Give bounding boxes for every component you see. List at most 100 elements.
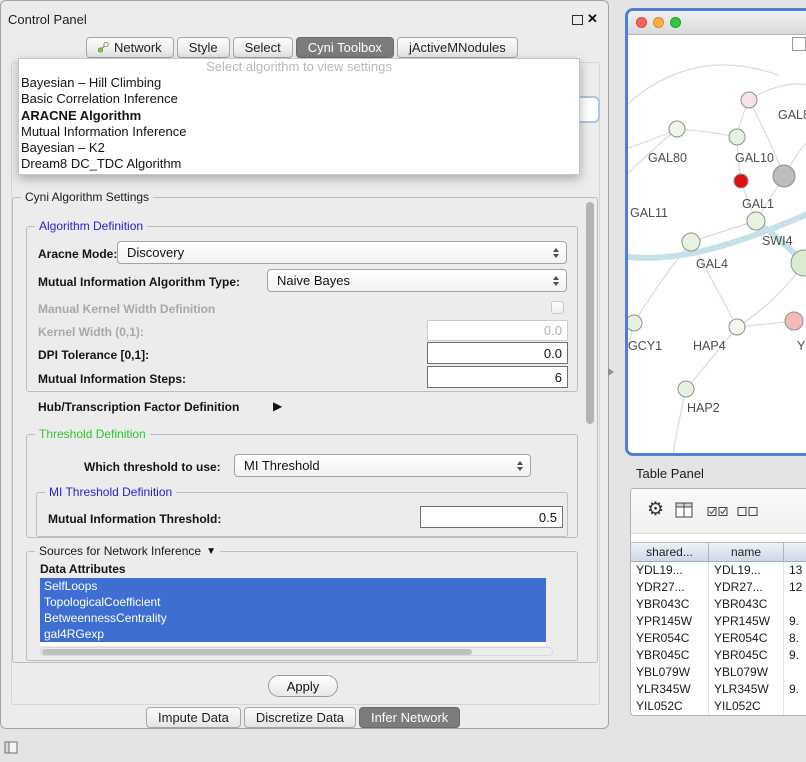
table-row[interactable]: YIL052CYIL052C xyxy=(631,698,806,715)
network-edge[interactable] xyxy=(672,389,686,453)
table-cell: 13 xyxy=(784,562,806,579)
network-node[interactable] xyxy=(669,121,685,137)
splitter-collapse-icon[interactable] xyxy=(608,368,614,376)
table-cell: YDR27... xyxy=(709,579,784,596)
desktop: Control Panel ✕ NetworkStyleSelectCyni T… xyxy=(0,0,806,762)
settings-scrollbar-thumb[interactable] xyxy=(586,202,594,424)
table-row[interactable]: YBL079WYBL079W xyxy=(631,664,806,681)
tab-infer-network[interactable]: Infer Network xyxy=(359,707,460,728)
algorithm-option-mutual-information-inference[interactable]: Mutual Information Inference xyxy=(19,124,579,140)
tab-discretize-data[interactable]: Discretize Data xyxy=(244,707,356,728)
tab-network[interactable]: Network xyxy=(86,37,174,58)
apply-button[interactable]: Apply xyxy=(268,675,338,697)
network-node-label: GAL1 xyxy=(742,197,774,211)
tab-style[interactable]: Style xyxy=(177,37,230,58)
attribute-item-betweennesscentrality[interactable]: BetweennessCentrality xyxy=(40,610,546,626)
kernel-width-field[interactable]: 0.0 xyxy=(427,320,568,341)
minimize-traffic-light-icon[interactable] xyxy=(653,17,664,28)
table-body: YDL19...YDL19...13YDR27...YDR27...12YBR0… xyxy=(631,562,806,715)
network-window-titlebar[interactable] xyxy=(628,11,806,35)
table-cell: YDR27... xyxy=(631,579,709,596)
tab-jactivemnodules[interactable]: jActiveMNodules xyxy=(397,37,518,58)
tab-select[interactable]: Select xyxy=(233,37,293,58)
network-node[interactable] xyxy=(741,92,757,108)
network-node-label: Y xyxy=(797,339,806,353)
network-edge[interactable] xyxy=(691,242,737,327)
network-edge[interactable] xyxy=(686,327,737,389)
deselect-all-rows-icon[interactable] xyxy=(737,505,759,523)
table-cell: 9. xyxy=(784,613,806,630)
table-cell: YIL052C xyxy=(709,698,784,715)
algorithm-dropdown-popup: Select algorithm to view settings Bayesi… xyxy=(18,58,580,175)
tab-cyni-toolbox[interactable]: Cyni Toolbox xyxy=(296,37,394,58)
data-attributes-list[interactable]: SelfLoopsTopologicalCoefficientBetweenne… xyxy=(40,578,546,646)
algorithm-option-dream8-dc-tdc-algorithm[interactable]: Dream8 DC_TDC Algorithm xyxy=(19,156,579,172)
table-row[interactable]: YPR145WYPR145W9. xyxy=(631,613,806,630)
tab-label: Infer Network xyxy=(371,710,448,725)
table-cell: YER054C xyxy=(709,630,784,647)
algorithm-option-basic-correlation-inference[interactable]: Basic Correlation Inference xyxy=(19,91,579,107)
table-cell: YBR045C xyxy=(631,647,709,664)
table-column-header-2[interactable] xyxy=(784,542,806,562)
table-toolbar: ⚙ xyxy=(631,489,806,534)
settings-scrollbar[interactable] xyxy=(585,200,596,660)
sources-collapse-arrow-icon[interactable]: ▼ xyxy=(206,546,216,557)
table-row[interactable]: YDL19...YDL19...13 xyxy=(631,562,806,579)
network-node[interactable] xyxy=(773,165,795,187)
aracne-mode-select[interactable]: Discovery xyxy=(117,241,567,264)
network-node-label: GAL4 xyxy=(696,257,728,271)
network-node[interactable] xyxy=(747,212,765,230)
float-window-icon[interactable] xyxy=(572,15,583,25)
mi-threshold-field[interactable]: 0.5 xyxy=(420,506,563,528)
algorithm-option-aracne-algorithm[interactable]: ARACNE Algorithm xyxy=(19,108,579,124)
mi-steps-field[interactable]: 6 xyxy=(427,366,568,388)
zoom-traffic-light-icon[interactable] xyxy=(670,17,681,28)
close-window-icon[interactable]: ✕ xyxy=(587,11,598,27)
network-node[interactable] xyxy=(729,129,745,145)
network-edge[interactable] xyxy=(677,129,737,137)
attribute-item-gal4rgexp[interactable]: gal4RGexp xyxy=(40,626,546,642)
network-node[interactable] xyxy=(785,312,803,330)
attributes-hscrollbar[interactable] xyxy=(40,647,553,656)
mi-algorithm-type-select[interactable]: Naive Bayes xyxy=(267,269,567,292)
select-all-rows-icon[interactable] xyxy=(707,505,729,523)
network-node[interactable] xyxy=(729,319,745,335)
network-node[interactable] xyxy=(628,315,642,331)
which-threshold-select[interactable]: MI Threshold xyxy=(234,454,531,477)
algorithm-option-bayesian-hill-climbing[interactable]: Bayesian – Hill Climbing xyxy=(19,75,579,91)
column-selector-icon[interactable] xyxy=(675,502,693,523)
table-row[interactable]: YLR345WYLR345W9. xyxy=(631,681,806,698)
kernel-width-value: 0.0 xyxy=(544,323,562,338)
dpi-tolerance-field[interactable]: 0.0 xyxy=(427,342,568,364)
table-column-header-shared[interactable]: shared... xyxy=(631,542,709,562)
attributes-hscrollbar-thumb[interactable] xyxy=(42,649,472,655)
which-threshold-value: MI Threshold xyxy=(244,458,512,473)
network-icon xyxy=(98,42,109,53)
close-traffic-light-icon[interactable] xyxy=(636,17,647,28)
network-edge[interactable] xyxy=(749,84,806,100)
table-row[interactable]: YDR27...YDR27...12 xyxy=(631,579,806,596)
network-node[interactable] xyxy=(678,381,694,397)
table-cell: YPR145W xyxy=(709,613,784,630)
table-row[interactable]: YBR045CYBR045C9. xyxy=(631,647,806,664)
network-node-label: GAL10 xyxy=(735,151,774,165)
table-row[interactable]: YBR043CYBR043C xyxy=(631,596,806,613)
network-canvas[interactable]: GAL8GAL80GAL10GAL11GAL1SWI4GAL4GCY1HAP4Y… xyxy=(628,35,806,453)
attribute-item-topologicalcoefficient[interactable]: TopologicalCoefficient xyxy=(40,594,546,610)
network-node-label: GAL80 xyxy=(648,151,687,165)
manual-kernel-width-checkbox[interactable] xyxy=(551,301,564,314)
gear-icon[interactable]: ⚙ xyxy=(647,498,664,521)
hub-expand-arrow-icon[interactable]: ▶ xyxy=(273,399,282,413)
mi-steps-value: 6 xyxy=(555,370,562,385)
birdseye-toggle-icon[interactable] xyxy=(792,37,806,51)
network-edge[interactable] xyxy=(628,65,778,113)
network-node-label: GAL11 xyxy=(630,206,668,220)
network-node[interactable] xyxy=(734,174,748,188)
tab-impute-data[interactable]: Impute Data xyxy=(146,707,241,728)
attribute-item-selfloops[interactable]: SelfLoops xyxy=(40,578,546,594)
table-row[interactable]: YER054CYER054C8. xyxy=(631,630,806,647)
algorithm-option-bayesian-k2[interactable]: Bayesian – K2 xyxy=(19,140,579,156)
table-column-header-name[interactable]: name xyxy=(709,542,784,562)
restore-panel-icon[interactable] xyxy=(4,741,18,759)
network-node[interactable] xyxy=(682,233,700,251)
